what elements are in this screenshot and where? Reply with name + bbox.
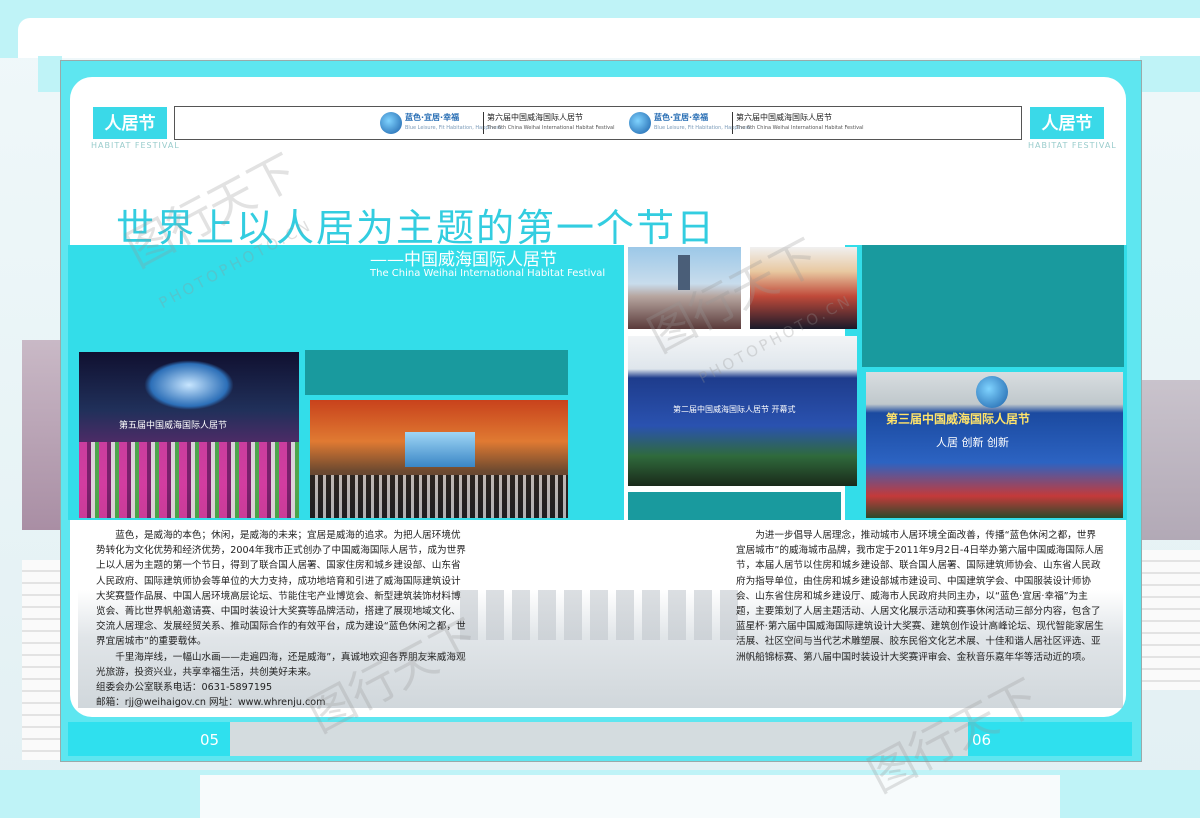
section-tag-right: 人居节 [1028,105,1106,141]
background-photo-left [22,340,62,530]
right-paragraph-1: 为进一步倡导人居理念，推动城市人居环境全面改善，传播“蓝色休闲之都，世界宜居城市… [736,530,1104,663]
city-buildings [460,590,740,640]
hall-audience [310,475,568,518]
photo-stage-performance: 第五届中国威海国际人居节 [79,352,299,518]
photo-conference-hall [310,400,568,518]
stage-logo-icon [976,376,1008,408]
photo-stage-main: 第三届中国威海国际人居节 人居 创新 创新 [866,372,1123,518]
background-text-left [22,560,60,760]
background-page-top [18,18,1200,58]
banner-divider [483,112,484,134]
background-text-right [1140,550,1200,690]
background-tag-left [38,56,62,92]
festival-logo-icon [629,112,651,134]
section-tag-right-sub: HABITAT FESTIVAL [1028,141,1117,150]
stage-screen [144,360,234,410]
background-tag-right [1140,56,1200,92]
banner-festival-name: 第六届中国威海国际人居节 [736,113,832,122]
banner-divider [732,112,733,134]
festival-logo-icon [380,112,402,134]
teal-block-middle [305,350,568,395]
banner-slogan: 蓝色·宜居·幸福 [405,113,460,122]
banner-slogan: 蓝色·宜居·幸福 [654,113,709,122]
section-tag-left: 人居节 [91,105,169,141]
performers [79,442,299,518]
festival-banner: 蓝色·宜居·幸福 Blue Leisure, Fit Habitation, H… [174,106,1022,140]
stage-main-banner: 第三届中国威海国际人居节 [886,412,1031,426]
hall-screen [405,432,475,467]
banner-festival-name: 第六届中国威海国际人居节 [487,113,583,122]
banner-festival-en: The 6th China Weihai International Habit… [736,125,864,131]
stage-banner-text: 第五届中国威海国际人居节 [119,421,228,431]
opening-banner-text: 第二届中国威海国际人居节 开幕式 [673,405,796,414]
background-photo-right [1140,380,1200,540]
section-tag-left-sub: HABITAT FESTIVAL [91,141,180,150]
page-subtitle: ——中国威海国际人居节 [370,250,557,270]
page-number-left: 05 [200,731,220,749]
page-subtitle-en: The China Weihai International Habitat F… [370,268,606,279]
banner-festival-en: The 6th China Weihai International Habit… [487,125,615,131]
right-column-text: 为进一步倡导人居理念，推动城市人居环境全面改善，传播“蓝色休闲之都，世界宜居城市… [736,528,1104,665]
stage-main-slogan: 人居 创新 创新 [936,436,1009,449]
teal-block-center [628,492,841,520]
teal-block-right [862,245,1124,367]
